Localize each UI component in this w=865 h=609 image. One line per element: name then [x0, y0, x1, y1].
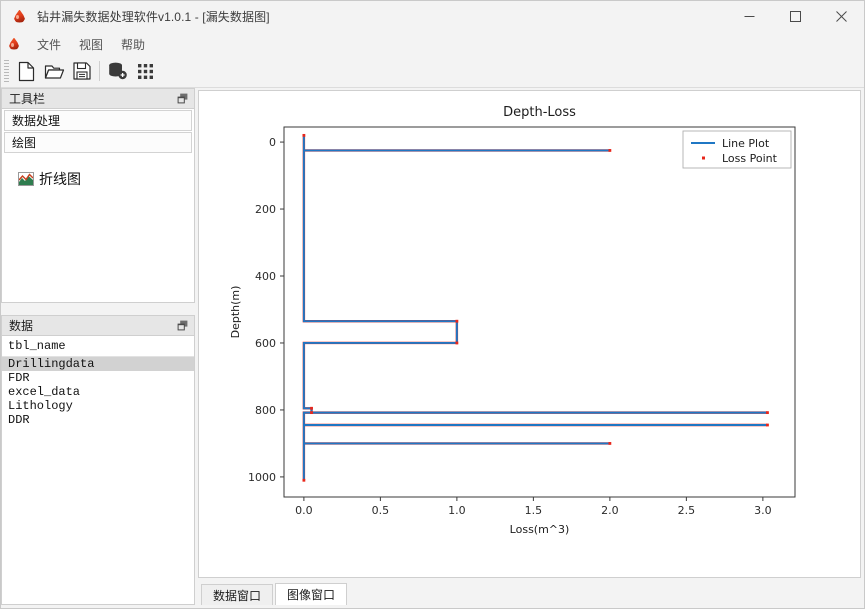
- close-button[interactable]: [818, 1, 864, 32]
- chart-canvas[interactable]: Depth-Loss 0.0 0.5 1.0 1.5 2.0 2.5 3.0 Loss(m^3)…: [198, 90, 861, 578]
- y-tick-label: 800: [255, 404, 276, 417]
- loss-point-marker: [455, 319, 459, 323]
- datapanel-title: 数据: [9, 319, 34, 333]
- x-tick-label: 2.5: [678, 504, 696, 517]
- legend-label-loss-point: Loss Point: [722, 152, 778, 165]
- loss-point-marker: [302, 133, 306, 137]
- y-tick-label: 400: [255, 270, 276, 283]
- tab-image-window[interactable]: 图像窗口: [275, 583, 348, 605]
- group-data-processing[interactable]: 数据处理: [4, 110, 192, 131]
- list-item[interactable]: FDR: [2, 371, 194, 385]
- float-window-icon[interactable]: [174, 318, 190, 333]
- y-tick-label: 0: [269, 136, 276, 149]
- loss-point-marker: [608, 442, 612, 445]
- minimize-button[interactable]: [726, 1, 772, 32]
- toolpanel-title-bar: 工具栏: [2, 89, 194, 109]
- loss-point-marker: [766, 423, 769, 427]
- datapanel-title-bar: 数据: [2, 316, 194, 336]
- toolpanel-dock: 工具栏 数据处理 绘图 折线图: [1, 88, 195, 303]
- tool-line-chart-label: 折线图: [39, 171, 81, 187]
- y-axis-label: Depth(m): [229, 286, 242, 339]
- save-disk-icon[interactable]: [68, 57, 96, 85]
- toolbar: [1, 55, 864, 88]
- x-tick-label: 1.5: [525, 504, 543, 517]
- main-body: 工具栏 数据处理 绘图 折线图 数据 tbl_name Drillingdata…: [1, 88, 864, 608]
- datapanel-dock: 数据 tbl_name Drillingdata FDR excel_data: [1, 315, 195, 605]
- list-item[interactable]: Lithology: [2, 399, 194, 413]
- toolbar-grip[interactable]: [4, 60, 9, 82]
- toolpanel-title: 工具栏: [9, 92, 46, 106]
- toolbar-separator: [99, 61, 100, 81]
- list-item[interactable]: excel_data: [2, 385, 194, 399]
- database-connect-icon[interactable]: [103, 57, 131, 85]
- open-folder-icon[interactable]: [40, 57, 68, 85]
- left-dock-column: 工具栏 数据处理 绘图 折线图 数据 tbl_name Drillingdata…: [1, 88, 195, 608]
- line-chart-icon: [18, 172, 34, 186]
- bottom-tab-bar: 数据窗口 图像窗口: [198, 581, 861, 605]
- plot-frame: [283, 126, 796, 498]
- x-tick-label: 1.0: [448, 504, 466, 517]
- x-axis-label: Loss(m^3): [510, 523, 570, 536]
- x-tick-label: 0.5: [372, 504, 390, 517]
- menu-file[interactable]: 文件: [28, 34, 70, 55]
- droplet-icon: [7, 37, 22, 52]
- tab-data-window[interactable]: 数据窗口: [201, 584, 274, 605]
- list-item[interactable]: DDR: [2, 413, 194, 427]
- legend-label-line-plot: Line Plot: [722, 137, 770, 150]
- loss-point-marker: [455, 341, 459, 345]
- tool-line-chart[interactable]: 折线图: [14, 167, 85, 191]
- table-column-header: tbl_name: [2, 336, 194, 357]
- chart-title: Depth-Loss: [503, 105, 576, 120]
- application-window: 钻井漏失数据处理软件v1.0.1 - [漏失数据图] 文件 视图 帮助 工具栏 …: [0, 0, 865, 609]
- x-tick-label: 2.0: [601, 504, 619, 517]
- loss-point-marker: [608, 149, 612, 152]
- plotting-group-content: 折线图: [2, 153, 194, 191]
- x-tick-label: 0.0: [295, 504, 313, 517]
- y-tick-label: 200: [255, 203, 276, 216]
- grid-table-icon[interactable]: [131, 57, 159, 85]
- window-title: 钻井漏失数据处理软件v1.0.1 - [漏失数据图]: [37, 10, 270, 24]
- depth-loss-chart: Depth-Loss 0.0 0.5 1.0 1.5 2.0 2.5 3.0 Loss(m^3)…: [229, 105, 796, 536]
- droplet-icon: [12, 9, 28, 25]
- new-file-icon[interactable]: [12, 57, 40, 85]
- loss-point-marker: [302, 478, 306, 482]
- y-tick-label: 600: [255, 337, 276, 350]
- list-item[interactable]: Drillingdata: [2, 357, 194, 371]
- group-plotting[interactable]: 绘图: [4, 132, 192, 153]
- y-tick-label: 1000: [248, 471, 276, 484]
- menu-help[interactable]: 帮助: [112, 34, 154, 55]
- title-bar: 钻井漏失数据处理软件v1.0.1 - [漏失数据图]: [1, 1, 864, 33]
- toolpanel-body: 数据处理 绘图 折线图: [2, 109, 194, 302]
- loss-point-marker: [310, 406, 313, 410]
- window-controls: [726, 1, 864, 32]
- float-window-icon[interactable]: [174, 91, 190, 106]
- maximize-button[interactable]: [772, 1, 818, 32]
- main-pane: Depth-Loss 0.0 0.5 1.0 1.5 2.0 2.5 3.0 Loss(m^3)…: [195, 88, 864, 608]
- menu-bar: 文件 视图 帮助: [1, 33, 864, 55]
- x-tick-label: 3.0: [754, 504, 772, 517]
- chart-legend: Line Plot Loss Point: [682, 130, 792, 169]
- loss-point-marker: [310, 411, 313, 415]
- dock-spacer: [1, 303, 195, 315]
- datapanel-body[interactable]: tbl_name Drillingdata FDR excel_data Lit…: [2, 336, 194, 604]
- loss-point-marker: [766, 411, 769, 415]
- menu-view[interactable]: 视图: [70, 34, 112, 55]
